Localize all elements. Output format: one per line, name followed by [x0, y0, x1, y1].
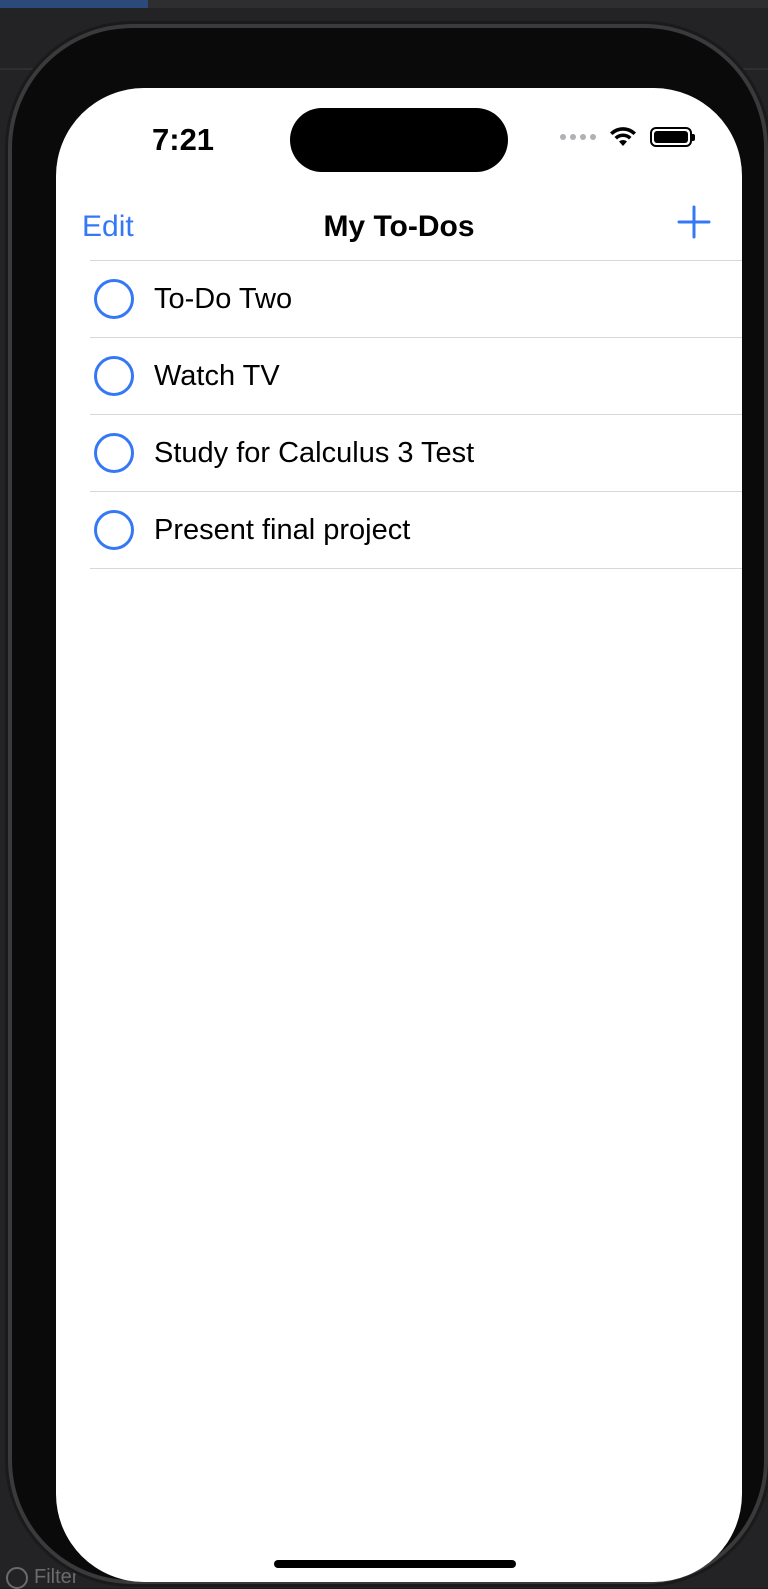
ide-filter-placeholder: Filter [34, 1566, 79, 1588]
add-todo-button[interactable] [676, 204, 712, 240]
ide-toolbar [0, 0, 768, 8]
todo-row[interactable]: Present final project [90, 492, 742, 569]
todo-row[interactable]: Watch TV [90, 338, 742, 415]
completion-circle-icon[interactable] [94, 356, 134, 396]
todo-row[interactable]: To-Do Two [90, 261, 742, 338]
wifi-icon [610, 127, 636, 146]
todo-title: To-Do Two [154, 282, 293, 315]
plus-icon [677, 205, 711, 239]
status-indicators [560, 126, 695, 148]
todo-row[interactable]: Study for Calculus 3 Test [90, 415, 742, 492]
home-indicator[interactable] [274, 1560, 516, 1568]
todo-title: Study for Calculus 3 Test [154, 436, 475, 469]
status-time: 7:21 [152, 122, 215, 157]
ide-toolbar-accent [0, 0, 148, 8]
completion-circle-icon[interactable] [94, 510, 134, 550]
page-title: My To-Dos [323, 210, 475, 243]
completion-circle-icon[interactable] [94, 279, 134, 319]
battery-icon [650, 127, 695, 147]
battery-level [654, 131, 688, 143]
status-bar: 7:21 [56, 88, 742, 198]
dynamic-island [290, 108, 508, 172]
todo-title: Watch TV [154, 359, 280, 392]
simulator-device-frame: 7:21 Edit My To-Dos To-Do Two Watch TV S… [12, 28, 764, 1582]
cellular-signal-icon [560, 134, 596, 140]
device-screen: 7:21 Edit My To-Dos To-Do Two Watch TV S… [56, 88, 742, 1582]
filter-icon [6, 1566, 28, 1589]
completion-circle-icon[interactable] [94, 433, 134, 473]
todo-title: Present final project [154, 513, 411, 546]
ide-filter-field[interactable]: Filter [6, 1566, 78, 1589]
navigation-bar: Edit My To-Dos [56, 198, 742, 260]
todo-list: To-Do Two Watch TV Study for Calculus 3 … [90, 260, 742, 569]
